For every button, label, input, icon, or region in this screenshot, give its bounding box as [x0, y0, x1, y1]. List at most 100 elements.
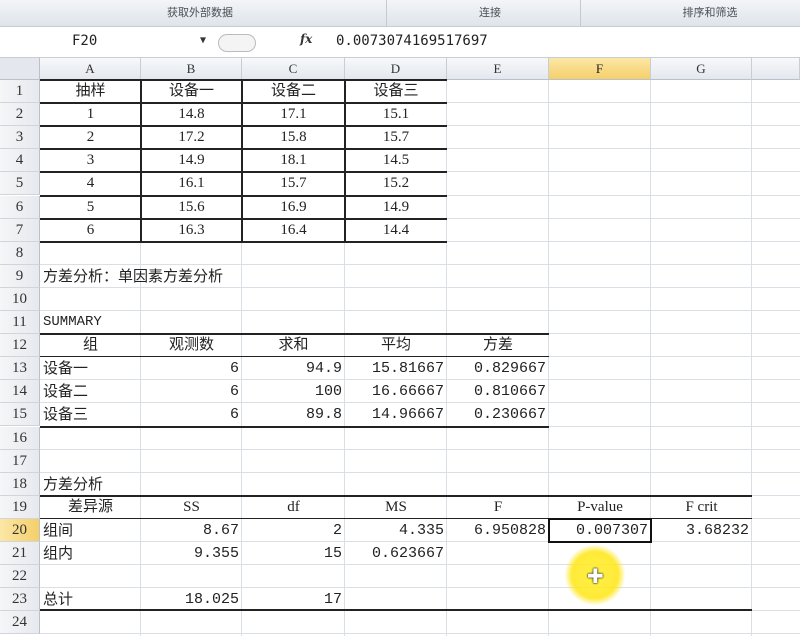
formula-input[interactable]: 0.0073074169517697 — [336, 33, 488, 49]
sample-data-cell[interactable]: 2 — [40, 126, 141, 149]
anova-header-cell[interactable]: MS — [345, 496, 447, 519]
sample-header-cell[interactable]: 设备一 — [141, 80, 242, 103]
sample-data-cell[interactable]: 14.9 — [141, 149, 242, 172]
summary-data-cell[interactable]: 设备一 — [40, 357, 141, 380]
summary-data-cell[interactable]: 16.66667 — [345, 380, 447, 403]
summary-data-cell[interactable]: 0.810667 — [447, 380, 549, 403]
row-header-17[interactable]: 17 — [0, 449, 40, 473]
sample-data-cell[interactable]: 16.4 — [242, 219, 345, 242]
name-box[interactable]: F20 ▼ — [0, 31, 214, 53]
anova-header-cell[interactable]: F — [447, 496, 549, 519]
summary-data-cell[interactable]: 89.8 — [242, 403, 345, 426]
sample-data-cell[interactable]: 17.1 — [242, 103, 345, 126]
row-header-1[interactable]: 1 — [0, 80, 40, 104]
column-header-f[interactable]: F — [549, 58, 651, 80]
sample-data-cell[interactable]: 16.3 — [141, 219, 242, 242]
summary-data-cell[interactable]: 14.96667 — [345, 403, 447, 426]
sample-data-cell[interactable]: 17.2 — [141, 126, 242, 149]
anova-data-cell[interactable]: 4.335 — [345, 519, 447, 542]
anova-data-cell[interactable] — [651, 542, 752, 565]
sample-data-cell[interactable]: 14.4 — [345, 219, 447, 242]
row-header-22[interactable]: 22 — [0, 565, 40, 589]
anova-title[interactable]: 方差分析：单因素方差分析 — [40, 265, 440, 288]
sample-data-cell[interactable]: 16.1 — [141, 172, 242, 195]
row-header-4[interactable]: 4 — [0, 149, 40, 173]
select-all-corner[interactable] — [0, 58, 40, 80]
anova-data-cell[interactable]: 组内 — [40, 542, 141, 565]
summary-data-cell[interactable]: 94.9 — [242, 357, 345, 380]
sample-header-cell[interactable]: 设备三 — [345, 80, 447, 103]
row-header-7[interactable]: 7 — [0, 218, 40, 242]
summary-data-cell[interactable]: 设备二 — [40, 380, 141, 403]
anova-data-cell[interactable]: 6.950828 — [447, 519, 549, 542]
row-header-19[interactable]: 19 — [0, 495, 40, 519]
row-header-3[interactable]: 3 — [0, 126, 40, 150]
summary-label[interactable]: SUMMARY — [40, 311, 141, 334]
summary-data-cell[interactable]: 0.230667 — [447, 403, 549, 426]
sample-data-cell[interactable]: 16.9 — [242, 196, 345, 219]
summary-header-cell[interactable]: 组 — [40, 334, 141, 357]
anova-total-cell[interactable]: 17 — [242, 588, 345, 611]
summary-data-cell[interactable]: 设备三 — [40, 403, 141, 426]
sample-data-cell[interactable]: 4 — [40, 172, 141, 195]
summary-data-cell[interactable]: 100 — [242, 380, 345, 403]
sample-data-cell[interactable]: 5 — [40, 196, 141, 219]
ribbon-group-get-external-data[interactable]: 获取外部数据 — [80, 4, 320, 20]
row-header-13[interactable]: 13 — [0, 357, 40, 381]
column-header-b[interactable]: B — [141, 58, 242, 80]
row-header-11[interactable]: 11 — [0, 311, 40, 335]
sample-data-cell[interactable]: 18.1 — [242, 149, 345, 172]
anova-data-cell[interactable]: 0.623667 — [345, 542, 447, 565]
row-header-18[interactable]: 18 — [0, 472, 40, 496]
active-cell-selection[interactable] — [548, 517, 652, 543]
row-header-9[interactable]: 9 — [0, 264, 40, 288]
row-header-10[interactable]: 10 — [0, 287, 40, 311]
anova-header-cell[interactable]: df — [242, 496, 345, 519]
anova-label[interactable]: 方差分析 — [40, 473, 141, 496]
sample-data-cell[interactable]: 6 — [40, 219, 141, 242]
sample-data-cell[interactable]: 15.7 — [242, 172, 345, 195]
column-header-extra[interactable] — [752, 58, 800, 80]
formula-edit-buttons[interactable] — [218, 34, 256, 52]
anova-header-cell[interactable]: P-value — [549, 496, 651, 519]
summary-data-cell[interactable]: 6 — [141, 403, 242, 426]
anova-data-cell[interactable]: 8.67 — [141, 519, 242, 542]
summary-data-cell[interactable]: 15.81667 — [345, 357, 447, 380]
row-header-12[interactable]: 12 — [0, 334, 40, 358]
ribbon-group-sort-filter[interactable]: 排序和筛选 — [620, 4, 800, 20]
row-header-21[interactable]: 21 — [0, 542, 40, 566]
summary-header-cell[interactable]: 求和 — [242, 334, 345, 357]
row-header-23[interactable]: 23 — [0, 588, 40, 612]
sample-data-cell[interactable]: 15.7 — [345, 126, 447, 149]
sample-data-cell[interactable]: 3 — [40, 149, 141, 172]
anova-total-cell[interactable]: 18.025 — [141, 588, 242, 611]
anova-data-cell[interactable]: 15 — [242, 542, 345, 565]
summary-header-cell[interactable]: 平均 — [345, 334, 447, 357]
row-header-8[interactable]: 8 — [0, 241, 40, 265]
row-header-24[interactable]: 24 — [0, 611, 40, 635]
row-header-14[interactable]: 14 — [0, 380, 40, 404]
anova-header-cell[interactable]: F crit — [651, 496, 752, 519]
summary-data-cell[interactable]: 6 — [141, 380, 242, 403]
column-header-a[interactable]: A — [40, 58, 141, 80]
row-header-16[interactable]: 16 — [0, 426, 40, 450]
sample-data-cell[interactable]: 15.6 — [141, 196, 242, 219]
anova-data-cell[interactable]: 2 — [242, 519, 345, 542]
sample-data-cell[interactable]: 14.9 — [345, 196, 447, 219]
sample-data-cell[interactable]: 14.8 — [141, 103, 242, 126]
anova-header-cell[interactable]: SS — [141, 496, 242, 519]
sample-header-cell[interactable]: 设备二 — [242, 80, 345, 103]
chevron-down-icon[interactable]: ▼ — [200, 35, 206, 46]
column-header-e[interactable]: E — [447, 58, 549, 80]
worksheet-grid[interactable]: A B C D E F G 1 2 3 4 5 6 7 8 9 10 11 12 13 14 15 16 17 18 19 20 21… — [0, 58, 800, 636]
ribbon-group-connections[interactable]: 连接 — [400, 4, 580, 20]
anova-data-cell[interactable]: 3.68232 — [651, 519, 752, 542]
anova-header-cell[interactable]: 差异源 — [40, 496, 141, 519]
sample-data-cell[interactable]: 15.1 — [345, 103, 447, 126]
anova-data-cell[interactable]: 组间 — [40, 519, 141, 542]
anova-total-cell[interactable]: 总计 — [40, 588, 141, 611]
row-header-5[interactable]: 5 — [0, 172, 40, 196]
anova-data-cell[interactable] — [447, 542, 549, 565]
summary-data-cell[interactable]: 6 — [141, 357, 242, 380]
summary-header-cell[interactable]: 观测数 — [141, 334, 242, 357]
